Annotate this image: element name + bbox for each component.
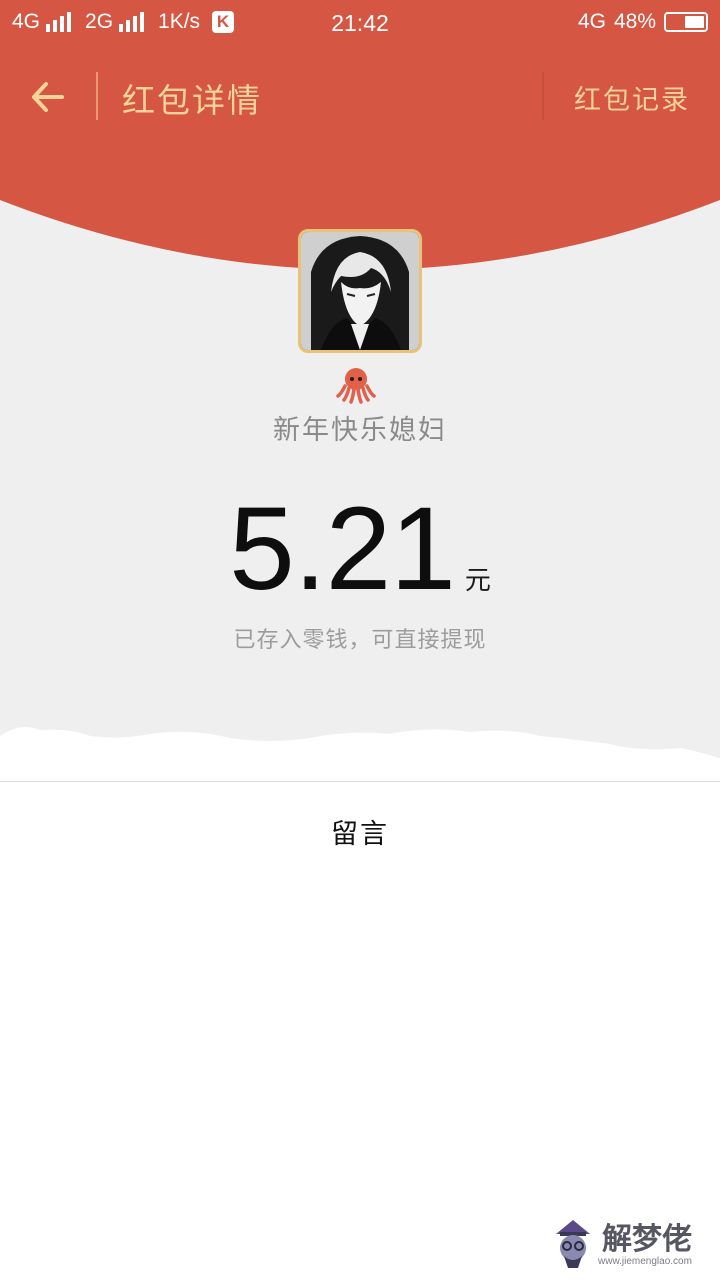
amount-unit: 元 xyxy=(464,566,491,596)
nav-bar: 红包详情 红包记录 xyxy=(0,60,720,132)
page-title: 红包详情 xyxy=(122,81,262,120)
battery-fill xyxy=(684,16,704,28)
torn-paper-edge xyxy=(0,727,720,782)
mascot-logo-icon xyxy=(556,1220,590,1268)
anime-avatar-image xyxy=(301,232,419,350)
amount-row: 5.21 元 xyxy=(0,490,720,608)
status-right: 4G 48% xyxy=(578,10,708,34)
amount-value: 5.21 xyxy=(229,483,456,615)
octopus-icon xyxy=(336,364,376,404)
amount-note-link[interactable]: 已存入零钱，可直接提现 xyxy=(0,622,720,654)
back-button[interactable] xyxy=(22,70,76,124)
watermark-url: www.jiemenglao.com xyxy=(598,1256,692,1267)
network-right-label: 4G xyxy=(577,10,606,33)
status-bar: 4G 2G 1K/s K 21:42 4G 48% xyxy=(0,0,720,46)
avatar[interactable] xyxy=(298,229,422,353)
watermark-text: 解梦佬 xyxy=(602,1222,692,1257)
nav-divider xyxy=(542,72,544,120)
sender-name: 新年快乐媳妇 xyxy=(273,415,447,446)
watermark: 解梦佬 www.jiemenglao.com xyxy=(548,1210,716,1276)
nav-divider xyxy=(96,72,98,120)
message-section-label: 留言 xyxy=(331,819,389,850)
red-packet-detail-screen: 4G 2G 1K/s K 21:42 4G 48% 红包详情 红包记录 新年快乐… xyxy=(0,0,720,1280)
battery-icon xyxy=(664,12,708,32)
battery-percent: 48% xyxy=(613,10,656,33)
section-divider xyxy=(0,781,720,782)
red-packet-record-link[interactable]: 红包记录 xyxy=(574,78,690,117)
arrow-left-icon xyxy=(32,82,64,112)
